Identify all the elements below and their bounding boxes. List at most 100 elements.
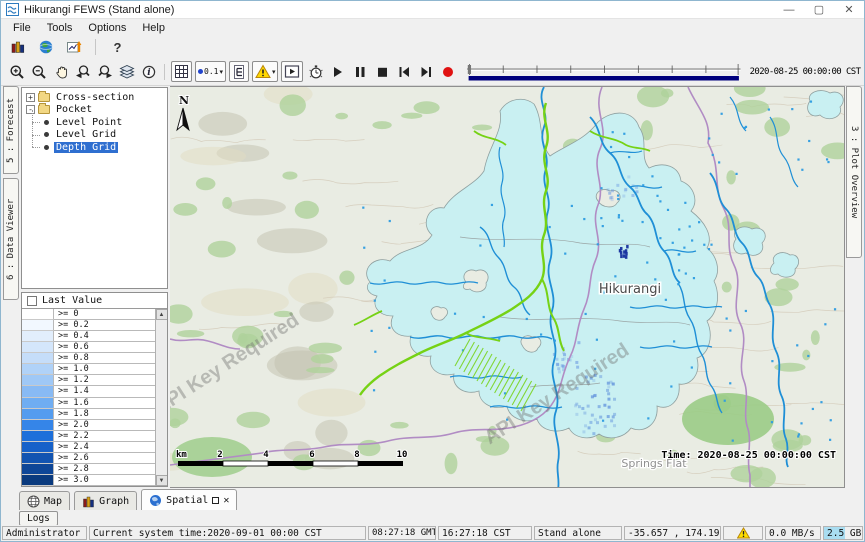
legend-row: >= 0.4 (22, 331, 155, 342)
folder-icon (38, 93, 50, 102)
legend-row-label: >= 2.4 (54, 442, 155, 453)
record-button[interactable] (437, 61, 458, 83)
svg-text:i: i (147, 68, 151, 78)
legend-scrollbar[interactable]: ▲ ▼ (155, 309, 167, 486)
menu-file[interactable]: File (5, 21, 39, 35)
legend-color-swatch (22, 453, 54, 464)
tree-item-label: Cross-section (54, 92, 136, 103)
step-forward-button[interactable] (415, 61, 436, 83)
close-button[interactable]: ✕ (834, 1, 864, 18)
scroll-down-icon[interactable]: ▼ (156, 475, 168, 486)
legend-row-label: >= 2.6 (54, 453, 155, 464)
status-memory: 2.5 GB (823, 526, 863, 540)
legend-color-swatch (22, 386, 54, 397)
svg-text:4: 4 (263, 450, 269, 460)
layer-tree: + Cross-section - PocketLevel PointLevel Gr… (21, 87, 168, 289)
title-bar: Hikurangi FEWS (Stand alone) — ▢ ✕ (1, 1, 864, 19)
tab-maximize-icon[interactable] (212, 497, 219, 504)
legend-color-swatch (22, 353, 54, 364)
pause-button[interactable] (349, 61, 370, 83)
legend-row-label: >= 2.2 (54, 431, 155, 442)
tab-graph[interactable]: Graph (74, 491, 137, 510)
help-button[interactable]: ? (107, 36, 128, 58)
pan-button[interactable] (50, 61, 71, 83)
left-tab-strip: 5 : Forecast 6 : Data Viewer (1, 86, 20, 488)
animation-settings-button[interactable] (305, 61, 326, 83)
svg-text:8: 8 (354, 450, 359, 460)
timeline-slider[interactable] (467, 63, 741, 81)
info-button[interactable]: i (138, 61, 159, 83)
legend-color-swatch (22, 375, 54, 386)
map-globe-icon (27, 495, 40, 508)
menu-help[interactable]: Help (134, 21, 173, 35)
maximize-button[interactable]: ▢ (804, 1, 834, 18)
timeline-datetime: 2020-08-25 00:00:00 CST (746, 67, 864, 77)
map-canvas[interactable]: API Key Required API Key Required Hikura… (170, 87, 845, 488)
tree-item[interactable]: Level Point (22, 116, 167, 129)
town-label: Hikurangi (599, 282, 661, 297)
tab-plot-overview[interactable]: 3 : Plot Overview (846, 86, 862, 258)
movie-export-button[interactable] (281, 61, 303, 82)
tree-item[interactable]: Level Grid (22, 129, 167, 142)
tab-data-viewer[interactable]: 6 : Data Viewer (3, 178, 19, 300)
tree-item[interactable]: - Pocket (22, 104, 167, 117)
collapse-icon[interactable]: - (26, 105, 35, 114)
tree-item-label: Pocket (54, 104, 94, 115)
tab-map[interactable]: Map (19, 491, 70, 510)
zoom-in-button[interactable] (6, 61, 27, 83)
status-user: Administrator (2, 526, 87, 540)
stop-button[interactable] (371, 61, 392, 83)
play-button[interactable] (327, 61, 348, 83)
layers-button[interactable] (116, 61, 137, 83)
interval-dropdown[interactable]: 0.1▾ (195, 61, 226, 82)
legend-row: >= 2.8 (22, 464, 155, 475)
menu-tools[interactable]: Tools (39, 21, 81, 35)
logs-button[interactable]: Logs (19, 511, 58, 526)
zoom-previous-button[interactable] (72, 61, 93, 83)
scroll-up-icon[interactable]: ▲ (156, 309, 168, 320)
legend-row-label: >= 2.0 (54, 420, 155, 431)
legend-row-label: >= 0.4 (54, 331, 155, 342)
tree-item[interactable]: Depth Grid (22, 141, 167, 154)
step-backward-button[interactable] (393, 61, 414, 83)
expand-icon[interactable]: + (26, 93, 35, 102)
legend-row-label: >= 1.2 (54, 375, 155, 386)
toolbar-separator (164, 64, 165, 80)
database-button[interactable] (7, 36, 28, 58)
tab-forecast[interactable]: 5 : Forecast (3, 86, 19, 174)
timeline-thumb[interactable] (468, 65, 471, 74)
map-viewport[interactable]: API Key Required API Key Required Hikura… (170, 86, 845, 488)
menu-options[interactable]: Options (80, 21, 134, 35)
last-value-checkbox[interactable] (27, 296, 37, 306)
tab-graph-label: Graph (99, 496, 129, 507)
globe-button[interactable] (35, 36, 56, 58)
tab-spatial-label: Spatial (166, 495, 208, 506)
legend-row-label: >= 1.6 (54, 398, 155, 409)
svg-text:km: km (176, 450, 187, 460)
profile-export-button[interactable] (63, 36, 84, 58)
application-window: Hikurangi FEWS (Stand alone) — ▢ ✕ File … (0, 0, 865, 542)
tree-item[interactable]: + Cross-section (22, 91, 167, 104)
tab-close-icon[interactable]: ✕ (223, 495, 229, 506)
legend-row: >= 0.6 (22, 342, 155, 353)
folder-icon (38, 105, 50, 114)
grid-display-button[interactable] (171, 61, 192, 82)
main-toolbar: ? (1, 36, 864, 58)
legend-row: >= 2.2 (22, 431, 155, 442)
zoom-next-button[interactable] (94, 61, 115, 83)
node-bullet-icon (44, 120, 49, 125)
legend-row: >= 1.6 (22, 398, 155, 409)
legend-color-swatch (22, 442, 54, 453)
legend-color-swatch (22, 409, 54, 420)
warning-dropdown[interactable]: ▾ (252, 61, 279, 82)
legend-row-label: >= 1.4 (54, 386, 155, 397)
interval-value: 0.1 (204, 67, 218, 76)
zoom-out-button[interactable] (28, 61, 49, 83)
legend-color-swatch (22, 309, 54, 320)
legend-row-label: >= 3.0 (54, 475, 155, 486)
status-warning[interactable] (723, 526, 763, 540)
legend-button[interactable] (229, 61, 249, 82)
tab-spatial[interactable]: Spatial ✕ (141, 489, 237, 510)
minimize-button[interactable]: — (774, 1, 804, 18)
legend-row: >= 0.8 (22, 353, 155, 364)
